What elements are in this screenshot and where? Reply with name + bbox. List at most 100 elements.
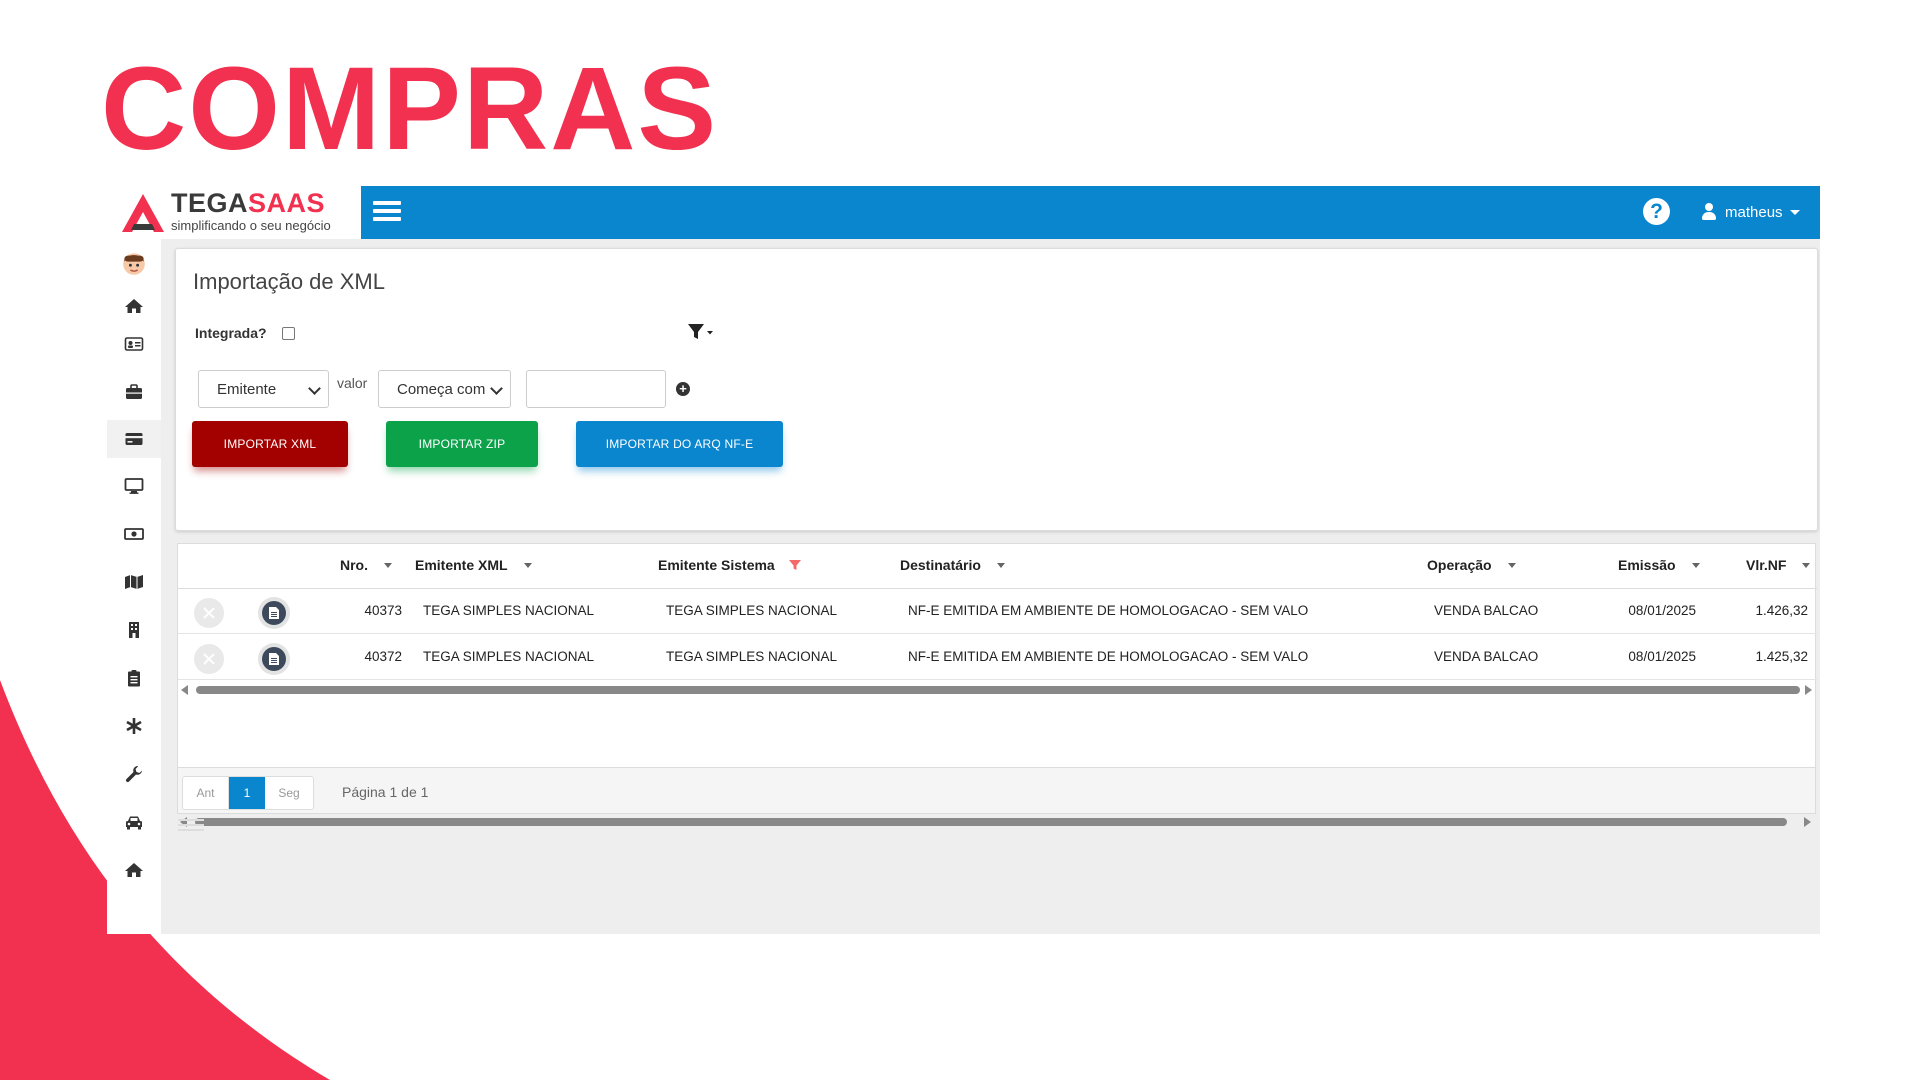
sidebar-item-clipboard[interactable] — [107, 659, 161, 697]
table-row[interactable]: 40372 TEGA SIMPLES NACIONAL TEGA SIMPLES… — [178, 635, 1817, 680]
filter-value-input[interactable] — [526, 370, 666, 408]
col-header-vlr-nf[interactable]: Vlr.NF — [1746, 557, 1811, 573]
home-icon — [125, 299, 143, 313]
sidebar-item-vehicles[interactable] — [107, 803, 161, 841]
avatar-icon — [123, 253, 145, 275]
main-content: Importação de XML Integrada? Emitente va… — [161, 239, 1820, 934]
cell-emissao: 08/01/2025 — [1628, 649, 1696, 664]
brand-tagline: simplificando o seu negócio — [171, 218, 331, 233]
wrench-icon — [125, 766, 142, 783]
user-name: matheus — [1725, 203, 1783, 221]
scroll-left-arrow-icon[interactable] — [181, 685, 188, 695]
scrollbar-thumb[interactable] — [196, 686, 1800, 694]
integrada-checkbox[interactable] — [282, 327, 295, 340]
cell-emitente-xml: TEGA SIMPLES NACIONAL — [423, 603, 595, 618]
credit-card-icon — [125, 433, 143, 445]
sort-caret-icon — [523, 562, 532, 568]
home-icon — [125, 863, 143, 877]
import-xml-button[interactable]: IMPORTAR XML — [192, 421, 348, 467]
sidebar-item-home-2[interactable] — [107, 851, 161, 889]
asterisk-icon — [126, 718, 142, 734]
filter-operator-value: Começa com — [397, 380, 486, 398]
view-document-icon[interactable] — [258, 643, 290, 675]
sidebar-item-misc[interactable] — [107, 707, 161, 745]
scrollbar-thumb[interactable] — [195, 818, 1787, 826]
user-icon — [1701, 203, 1717, 221]
pager-prev-button[interactable]: Ant — [183, 777, 229, 809]
pager-page-1[interactable]: 1 — [229, 777, 265, 809]
import-nfe-button[interactable]: IMPORTAR DO ARQ NF-E — [576, 421, 783, 467]
chevron-down-icon — [308, 382, 321, 395]
col-header-emissao[interactable]: Emissão — [1618, 557, 1700, 573]
topbar: TEGASAAS simplificando o seu negócio ? m… — [107, 186, 1820, 239]
sort-caret-icon — [1507, 562, 1516, 568]
scroll-right-arrow-icon[interactable] — [1804, 817, 1811, 827]
map-icon — [125, 575, 143, 589]
help-question-icon[interactable]: ? — [1643, 198, 1670, 225]
valor-label: valor — [337, 375, 368, 391]
delete-x-icon[interactable] — [194, 598, 224, 628]
menu-toggle-icon[interactable] — [373, 201, 401, 223]
filter-operator-select[interactable]: Começa com — [378, 370, 511, 408]
integrada-label: Integrada? — [195, 325, 267, 341]
building-icon — [129, 622, 139, 638]
col-header-nro[interactable]: Nro. — [340, 557, 392, 573]
cell-nro: 40373 — [364, 603, 402, 618]
cell-emitente-sistema: TEGA SIMPLES NACIONAL — [666, 649, 838, 664]
cell-operacao: VENDA BALCAO — [1434, 649, 1539, 664]
cell-emitente-sistema: TEGA SIMPLES NACIONAL — [666, 603, 838, 618]
clipboard-icon — [128, 670, 140, 687]
sidebar-item-purchases[interactable] — [107, 420, 161, 458]
sidebar-item-avatar[interactable] — [107, 245, 161, 283]
sidebar-item-tools[interactable] — [107, 755, 161, 793]
caret-down-icon — [1789, 209, 1800, 215]
resize-handle-icon[interactable] — [178, 819, 204, 833]
add-filter-plus-icon[interactable]: + — [676, 382, 690, 396]
import-xml-panel: Importação de XML Integrada? Emitente va… — [175, 248, 1818, 531]
col-header-destinatario[interactable]: Destinatário — [900, 557, 1005, 573]
xml-grid: Nro. Emitente XML Emitente Sistema Desti… — [177, 543, 1817, 768]
sidebar-item-contacts[interactable] — [107, 325, 161, 363]
car-icon — [126, 816, 142, 830]
chevron-down-icon — [490, 382, 503, 395]
pagination: Ant 1 Seg — [182, 776, 314, 810]
delete-x-icon[interactable] — [194, 644, 224, 674]
cell-destinatario: NF-E EMITIDA EM AMBIENTE DE HOMOLOGACAO … — [908, 603, 1309, 618]
view-document-icon[interactable] — [258, 597, 290, 629]
sort-caret-icon — [1691, 562, 1700, 568]
col-header-emitente-xml[interactable]: Emitente XML — [415, 557, 532, 573]
logo-mark-icon — [122, 194, 164, 232]
header-bar: ? matheus — [361, 186, 1820, 239]
cell-destinatario: NF-E EMITIDA EM AMBIENTE DE HOMOLOGACAO … — [908, 649, 1309, 664]
table-row[interactable]: 40373 TEGA SIMPLES NACIONAL TEGA SIMPLES… — [178, 589, 1817, 634]
cell-vlr-nf: 1.426,32 — [1755, 603, 1808, 618]
sidebar-item-map[interactable] — [107, 563, 161, 601]
grid-header: Nro. Emitente XML Emitente Sistema Desti… — [178, 544, 1817, 589]
sort-caret-icon — [996, 562, 1005, 568]
sidebar-item-cash[interactable] — [107, 515, 161, 553]
filter-dropdown-icon[interactable] — [687, 322, 715, 342]
pagination-bar: Ant 1 Seg Página 1 de 1 — [177, 768, 1816, 814]
slide-title: COMPRAS — [101, 43, 719, 175]
sidebar-item-building[interactable] — [107, 611, 161, 649]
import-zip-button[interactable]: IMPORTAR ZIP — [386, 421, 538, 467]
sidebar — [107, 239, 161, 934]
filter-field-select[interactable]: Emitente — [198, 370, 329, 408]
filter-field-value: Emitente — [217, 380, 277, 398]
pager-next-button[interactable]: Seg — [265, 777, 313, 809]
grid-horizontal-scrollbar[interactable] — [178, 682, 1817, 696]
scroll-right-arrow-icon[interactable] — [1805, 685, 1812, 695]
sidebar-item-business[interactable] — [107, 373, 161, 411]
page-title: Importação de XML — [193, 269, 385, 294]
user-menu[interactable]: matheus — [1701, 198, 1800, 226]
sidebar-item-home[interactable] — [107, 287, 161, 325]
briefcase-icon — [126, 384, 142, 399]
page-horizontal-scrollbar[interactable] — [177, 814, 1816, 828]
brand-logo[interactable]: TEGASAAS simplificando o seu negócio — [107, 186, 361, 239]
col-header-emitente-sistema[interactable]: Emitente Sistema — [658, 557, 801, 573]
col-header-operacao[interactable]: Operação — [1427, 557, 1516, 573]
sort-caret-icon — [1802, 562, 1811, 568]
page-info: Página 1 de 1 — [342, 784, 429, 800]
sidebar-item-monitor[interactable] — [107, 467, 161, 505]
cell-operacao: VENDA BALCAO — [1434, 603, 1539, 618]
